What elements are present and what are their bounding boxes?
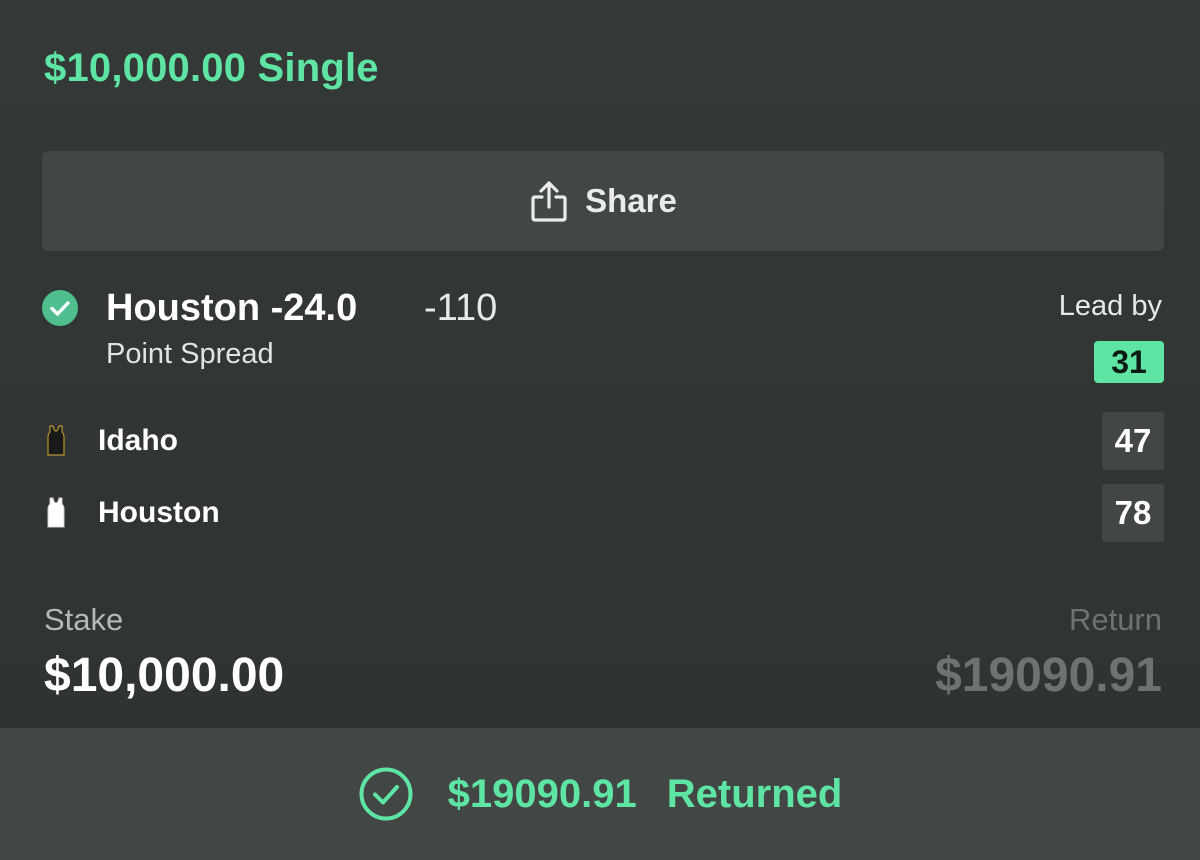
jersey-icon [46,424,66,456]
return-label: Return [1068,602,1162,637]
check-circle-outline-icon [358,766,414,822]
team-row-idaho: Idaho 47 [42,412,1164,470]
returned-amount: $19090.91 [447,771,637,816]
returned-status: Returned [666,771,843,816]
jersey-icon [46,496,66,528]
market-type: Point Spread [106,338,274,370]
returned-footer: $19090.91 Returned [0,728,1200,860]
stake-label: Stake [44,602,124,637]
team-name: Idaho [98,424,178,457]
stake-value: $10,000.00 [44,649,285,702]
team-score: 78 [1102,484,1164,542]
team-name: Houston [98,496,220,529]
share-button[interactable]: Share [42,151,1164,251]
bet-title: $10,000.00 Single [44,46,379,90]
share-icon [529,179,569,223]
check-circle-icon [42,290,78,326]
share-label: Share [585,182,677,219]
selection-odds: -110 [424,287,498,329]
lead-label: Lead by [1058,290,1162,322]
team-score: 47 [1102,412,1164,470]
lead-badge: 31 [1094,341,1164,383]
team-row-houston: Houston 78 [42,484,1164,542]
selection-name: Houston -24.0 [106,287,358,329]
bet-slip-card: $10,000.00 Single Share Houston -24.0 -1… [0,0,1200,860]
return-value: $19090.91 [935,649,1162,702]
